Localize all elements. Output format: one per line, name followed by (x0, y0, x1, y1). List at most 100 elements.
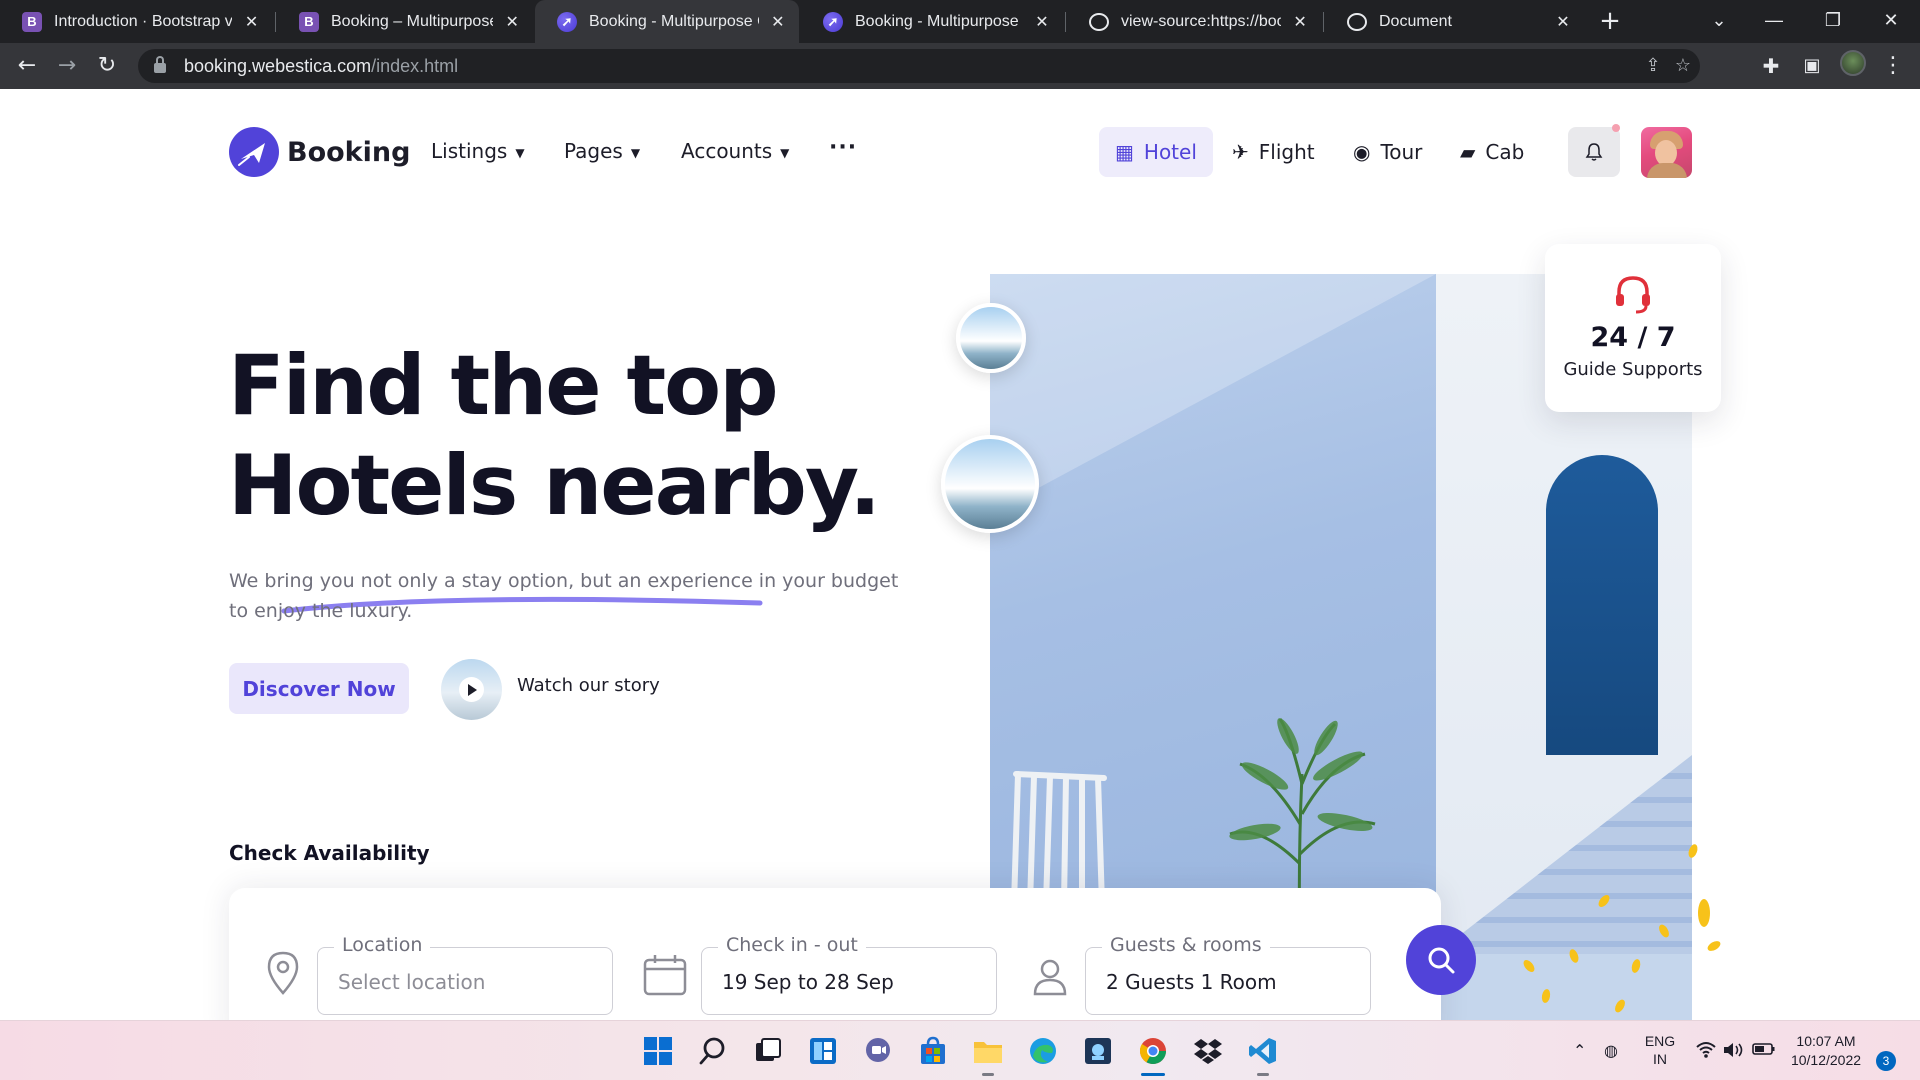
new-tab-button[interactable]: + (1593, 4, 1627, 38)
url-text: booking.webestica.com/index.html (184, 55, 459, 76)
nav-accounts[interactable]: Accounts ▼ (681, 139, 789, 163)
tab-separator (275, 12, 276, 32)
restore-button[interactable]: ❐ (1804, 0, 1862, 43)
tab-title: Booking - Multipurpose On (589, 12, 759, 30)
hero-subtitle: We bring you not only a stay option, but… (229, 570, 899, 622)
tab-title: Document (1379, 12, 1452, 30)
teams-chat-icon[interactable] (860, 1033, 896, 1069)
address-bar[interactable]: booking.webestica.com/index.html ⇪ ☆ (138, 49, 1700, 83)
close-window-button[interactable]: ✕ (1862, 0, 1920, 43)
search-button[interactable] (1406, 925, 1476, 995)
service-tab-hotel[interactable]: ▦ Hotel (1099, 127, 1213, 177)
wifi-icon[interactable] (1695, 1041, 1717, 1063)
check-in-out-input[interactable]: 19 Sep to 28 Sep (722, 970, 894, 994)
language-indicator[interactable]: ENG IN (1640, 1032, 1680, 1068)
tab-search-icon[interactable]: ⌄ (1690, 0, 1748, 43)
tab-separator (1323, 12, 1324, 32)
close-icon[interactable]: ✕ (1293, 12, 1307, 32)
nav-accounts-label: Accounts (681, 139, 773, 163)
volume-icon[interactable] (1722, 1041, 1746, 1063)
tab-separator (1065, 12, 1066, 32)
check-availability-title: Check Availability (229, 841, 430, 865)
nav-more-icon[interactable]: ··· (829, 135, 857, 160)
edge-browser-icon[interactable] (1025, 1033, 1061, 1069)
booking-plane-icon: ➚ (557, 11, 577, 32)
windows-taskbar: ⌃ ◍ ENG IN 10:07 AM 10/12/2022 3 (0, 1020, 1920, 1080)
service-hotel-label: Hotel (1143, 140, 1197, 164)
location-label: Location (334, 934, 431, 956)
bootstrap-icon: B (299, 11, 319, 32)
close-icon[interactable]: ✕ (244, 12, 259, 32)
microsoft-store-icon[interactable] (915, 1033, 951, 1069)
location-field[interactable]: Location Select location (317, 934, 613, 1015)
chevron-down-icon: ▼ (630, 146, 641, 160)
site-logo[interactable]: Booking (229, 127, 410, 177)
browser-tab[interactable]: B Introduction · Bootstrap v5. ✕ (0, 0, 273, 43)
notification-count-badge[interactable]: 3 (1876, 1051, 1896, 1071)
nav-pages[interactable]: Pages ▼ (564, 139, 640, 163)
forward-icon[interactable]: → (50, 49, 84, 83)
windows-start-icon[interactable] (640, 1033, 676, 1069)
vscode-icon[interactable] (1245, 1033, 1281, 1069)
service-tab-cab[interactable]: ▰ Cab (1444, 127, 1540, 177)
github-desktop-icon[interactable] (1080, 1033, 1116, 1069)
check-in-out-field[interactable]: Check in - out 19 Sep to 28 Sep (701, 934, 997, 1015)
lock-icon (154, 56, 166, 73)
language-code: ENG (1644, 1033, 1676, 1049)
notification-button[interactable] (1568, 127, 1620, 177)
car-icon: ▰ (1460, 140, 1476, 164)
reload-icon[interactable]: ↻ (90, 49, 124, 83)
nav-listings[interactable]: Listings ▼ (431, 139, 525, 163)
chevron-up-icon[interactable]: ⌃ (1573, 1041, 1586, 1060)
service-tour-label: Tour (1380, 140, 1423, 164)
close-icon[interactable]: ✕ (1035, 12, 1049, 32)
close-icon[interactable]: ✕ (771, 12, 785, 32)
watch-story-thumbnail[interactable] (441, 659, 502, 720)
browser-toolbar: ← → ↻ booking.webestica.com/index.html ⇪… (0, 43, 1920, 89)
profile-avatar[interactable] (1840, 50, 1866, 76)
close-icon[interactable]: ✕ (505, 12, 519, 32)
widgets-icon[interactable] (805, 1033, 841, 1069)
network-globe-icon[interactable]: ◍ (1604, 1041, 1618, 1060)
nav-pages-label: Pages (564, 139, 623, 163)
service-tab-tour[interactable]: ◉ Tour (1337, 127, 1438, 177)
side-panel-icon[interactable]: ▣ (1795, 49, 1829, 83)
search-icon[interactable] (695, 1033, 731, 1069)
file-explorer-icon[interactable] (970, 1033, 1006, 1069)
minimize-button[interactable]: — (1745, 0, 1803, 43)
search-icon (1428, 947, 1455, 974)
browser-tab[interactable]: Document ✕ (1325, 0, 1585, 43)
location-input[interactable]: Select location (338, 970, 485, 994)
watch-story-link[interactable]: Watch our story (517, 675, 660, 696)
confetti-decoration (1698, 899, 1710, 927)
globe-icon: ◉ (1353, 140, 1371, 164)
guests-rooms-input[interactable]: 2 Guests 1 Room (1106, 970, 1277, 994)
dropbox-icon[interactable] (1190, 1033, 1226, 1069)
calendar-icon (643, 955, 687, 996)
back-icon[interactable]: ← (10, 49, 44, 83)
hero-title-line2: Hotels nearby. (228, 437, 881, 534)
discover-now-button[interactable]: Discover Now (229, 663, 409, 714)
clock[interactable]: 10:07 AM 10/12/2022 (1784, 1032, 1868, 1070)
extensions-icon[interactable]: ✚ (1754, 49, 1788, 83)
user-avatar[interactable] (1641, 127, 1692, 178)
notification-dot (1612, 124, 1620, 132)
browser-tab-active[interactable]: ➚ Booking - Multipurpose On ✕ (535, 0, 799, 43)
support-label: Guide Supports (1563, 359, 1703, 380)
headset-icon (1616, 276, 1650, 314)
play-icon (459, 677, 484, 702)
browser-tab[interactable]: B Booking – Multipurpose Bo ✕ (277, 0, 533, 43)
guests-rooms-field[interactable]: Guests & rooms 2 Guests 1 Room (1085, 934, 1371, 1015)
support-hours: 24 / 7 (1590, 322, 1676, 353)
globe-icon (1089, 12, 1109, 31)
chrome-icon[interactable] (1135, 1033, 1171, 1069)
battery-icon[interactable] (1752, 1041, 1776, 1061)
browser-tab[interactable]: view-source:https://bookin ✕ (1067, 0, 1321, 43)
task-view-icon[interactable] (750, 1033, 786, 1069)
service-tab-flight[interactable]: ✈ Flight (1216, 127, 1331, 177)
close-icon[interactable]: ✕ (1555, 12, 1571, 32)
browser-tab[interactable]: ➚ Booking - Multipurpose On ✕ (801, 0, 1063, 43)
share-icon[interactable]: ⇪ (1638, 49, 1668, 83)
menu-dots-icon[interactable]: ⋮ (1876, 49, 1910, 83)
bookmark-star-icon[interactable]: ☆ (1668, 49, 1698, 83)
